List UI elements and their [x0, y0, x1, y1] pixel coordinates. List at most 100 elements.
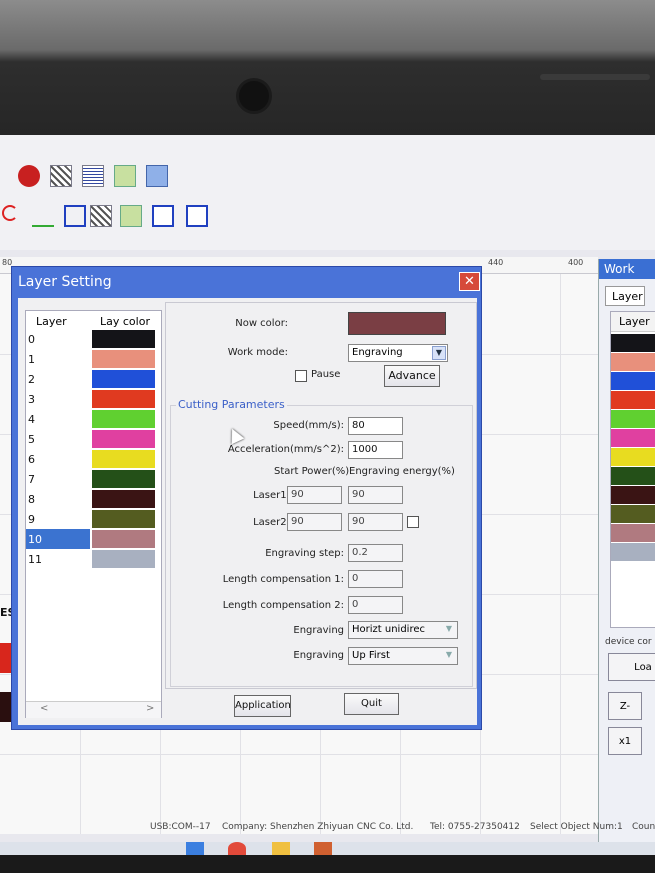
rotate-icon[interactable] — [2, 205, 18, 221]
layer-row[interactable]: 5 — [26, 429, 161, 449]
laser1-label: Laser1: — [253, 490, 290, 501]
select-area-icon[interactable] — [120, 205, 142, 227]
output-icon[interactable] — [146, 165, 168, 187]
layer-number: 10 — [28, 533, 42, 546]
ungroup-icon[interactable] — [186, 205, 208, 227]
work-layer-swatch[interactable] — [611, 505, 655, 523]
engraving-step-label: Engraving step: — [265, 548, 344, 559]
layer-row[interactable]: 11 — [26, 549, 161, 569]
cutting-parameters-legend: Cutting Parameters — [176, 398, 287, 411]
work-layer-swatch[interactable] — [611, 467, 655, 485]
dialog-title: Layer Setting — [18, 274, 112, 290]
layer-color-swatch — [92, 410, 155, 428]
layer-color-swatch — [92, 450, 155, 468]
work-layer-swatch[interactable] — [611, 334, 655, 352]
layer-row[interactable]: 3 — [26, 389, 161, 409]
laser2-start-power-input[interactable]: 90 — [287, 513, 342, 531]
chevron-down-icon: ▼ — [445, 650, 453, 659]
engraving-direction-label: Engraving — [293, 625, 344, 636]
work-layer-list[interactable]: Layer — [610, 311, 655, 628]
tab-layer[interactable]: Layer — [605, 286, 645, 306]
engraving-order-select[interactable]: Up First ▼ — [348, 647, 458, 665]
length-compensation-1-label: Length compensation 1: — [222, 574, 344, 585]
folder-icon[interactable] — [272, 842, 290, 855]
now-color-swatch[interactable] — [348, 312, 446, 335]
status-company: Company: Shenzhen Zhiyuan CNC Co. Ltd. — [222, 822, 414, 832]
advance-button[interactable]: Advance — [384, 365, 440, 387]
laser2-enable-checkbox[interactable] — [407, 516, 419, 528]
scroll-right-icon[interactable]: > — [146, 703, 154, 714]
array-icon[interactable] — [82, 165, 104, 187]
engraving-step-input[interactable]: 0.2 — [348, 544, 403, 562]
speed-label: Speed(mm/s): — [273, 420, 344, 431]
work-layer-swatch[interactable] — [611, 372, 655, 390]
dialog-body: Layer Lay color 0 1 2 3 4 5 6 7 8 9 10 11 < > Now c… — [18, 298, 477, 725]
laser1-energy-input[interactable]: 90 — [348, 486, 403, 504]
layer-row[interactable]: 1 — [26, 349, 161, 369]
layer-number: 9 — [28, 513, 35, 526]
speed-input[interactable]: 80 — [348, 417, 403, 435]
windows-start-icon[interactable] — [186, 842, 204, 855]
layer-row[interactable]: 8 — [26, 489, 161, 509]
work-layer-swatch[interactable] — [611, 524, 655, 542]
laser1-start-power-input[interactable]: 90 — [287, 486, 342, 504]
layer-number: 5 — [28, 433, 35, 446]
image-icon[interactable] — [114, 165, 136, 187]
status-select: Select Object Num:1 — [530, 822, 623, 832]
layer-row[interactable]: 7 — [26, 469, 161, 489]
horizontal-scrollbar[interactable]: < > — [26, 701, 161, 718]
layer-row[interactable]: 0 — [26, 329, 161, 349]
layer-row[interactable]: 4 — [26, 409, 161, 429]
engraving-direction-select[interactable]: Horizt unidirec ▼ — [348, 621, 458, 639]
bezel-sensor-strip — [540, 74, 650, 80]
z-minus-button[interactable]: Z- — [608, 692, 642, 720]
start-power-label: Start Power(%) — [274, 466, 350, 477]
quit-button[interactable]: Quit — [344, 693, 399, 715]
work-layer-swatch[interactable] — [611, 486, 655, 504]
screen-bottom-edge — [0, 855, 655, 873]
close-icon[interactable]: ✕ — [459, 272, 480, 291]
laser2-energy-input[interactable]: 90 — [348, 513, 403, 531]
chrome-icon[interactable] — [228, 842, 246, 855]
layer-list[interactable]: Layer Lay color 0 1 2 3 4 5 6 7 8 9 10 11 < > — [25, 310, 162, 718]
acceleration-label: Acceleration(mm/s^2): — [227, 444, 344, 455]
group-icon[interactable] — [152, 205, 174, 227]
work-layer-swatch[interactable] — [611, 410, 655, 428]
pause-checkbox[interactable] — [295, 370, 307, 382]
layer-row[interactable]: 9 — [26, 509, 161, 529]
work-layer-swatch[interactable] — [611, 543, 655, 561]
length-compensation-2-input[interactable]: 0 — [348, 596, 403, 614]
work-layer-swatch[interactable] — [611, 391, 655, 409]
layer-row[interactable]: 10 — [26, 529, 161, 549]
application-button[interactable]: Application — [234, 695, 291, 717]
work-layer-swatch[interactable] — [611, 448, 655, 466]
work-layer-swatch[interactable] — [611, 429, 655, 447]
layer-number: 1 — [28, 353, 35, 366]
acceleration-input[interactable]: 1000 — [348, 441, 403, 459]
grid-fill-icon[interactable] — [50, 165, 72, 187]
length-compensation-1-input[interactable]: 0 — [348, 570, 403, 588]
taskbar — [0, 842, 655, 855]
work-layer-swatch[interactable] — [611, 353, 655, 371]
chevron-down-icon: ▼ — [432, 346, 446, 360]
layer-color-swatch — [92, 390, 155, 408]
ruler-tick: 440 — [488, 258, 504, 267]
scroll-left-icon[interactable]: < — [40, 703, 48, 714]
x1-button[interactable]: x1 — [608, 727, 642, 755]
layer-column-header: Layer — [36, 315, 67, 328]
hatch-icon[interactable] — [90, 205, 112, 227]
load-button[interactable]: Loa — [608, 653, 655, 681]
curve-icon[interactable] — [32, 205, 54, 227]
layer-number: 3 — [28, 393, 35, 406]
app-taskbar-icon[interactable] — [314, 842, 332, 855]
layer-row[interactable]: 6 — [26, 449, 161, 469]
rectangle-icon[interactable] — [64, 205, 86, 227]
toolbar — [0, 135, 655, 250]
layer-number: 8 — [28, 493, 35, 506]
work-mode-select[interactable]: Engraving ▼ — [348, 344, 448, 362]
settings-gear-icon[interactable] — [18, 165, 40, 187]
engraving-energy-label: Engraving energy(%) — [349, 466, 455, 477]
device-control-label: device cor — [605, 637, 652, 647]
layer-row[interactable]: 2 — [26, 369, 161, 389]
layer-number: 6 — [28, 453, 35, 466]
